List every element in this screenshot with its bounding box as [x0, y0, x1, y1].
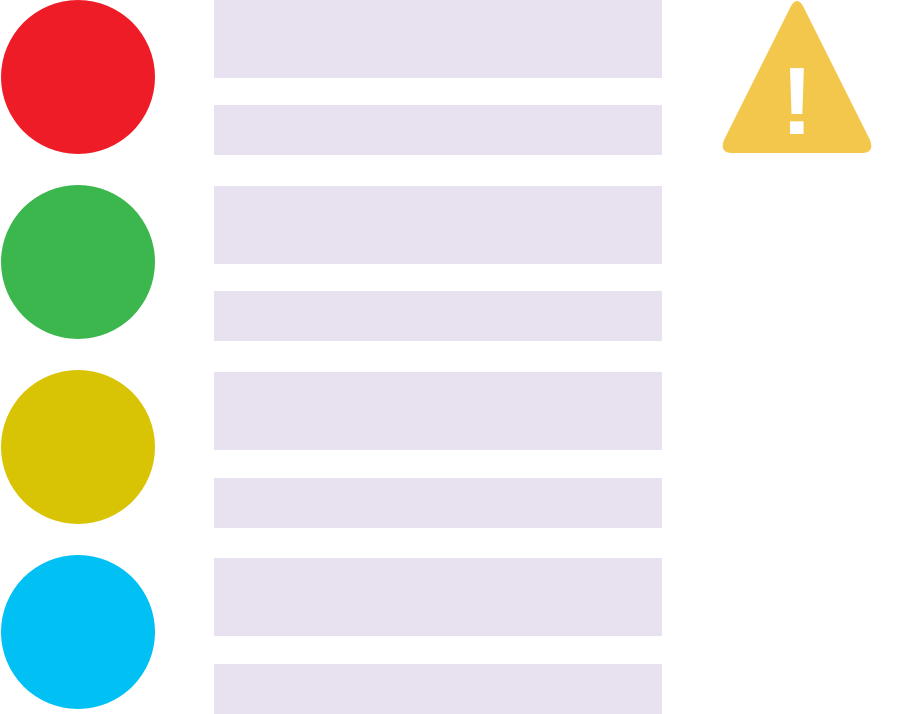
- warning-triangle-icon: !: [720, 0, 874, 156]
- placeholder-bar-3a: [214, 372, 662, 450]
- warning-exclamation-mark: !: [781, 48, 813, 155]
- placeholder-bar-2a: [214, 186, 662, 264]
- placeholder-bar-4a: [214, 558, 662, 636]
- warning-triangle-svg: !: [722, 1, 872, 155]
- status-dot-yellow: [1, 370, 155, 524]
- placeholder-bar-1a: [214, 0, 662, 78]
- placeholder-bar-4b: [214, 664, 662, 714]
- status-dot-blue: [1, 555, 155, 709]
- placeholder-bar-2b: [214, 291, 662, 341]
- placeholder-bar-3b: [214, 478, 662, 528]
- placeholder-bar-1b: [214, 105, 662, 155]
- status-dot-red: [1, 0, 155, 154]
- status-dot-green: [1, 185, 155, 339]
